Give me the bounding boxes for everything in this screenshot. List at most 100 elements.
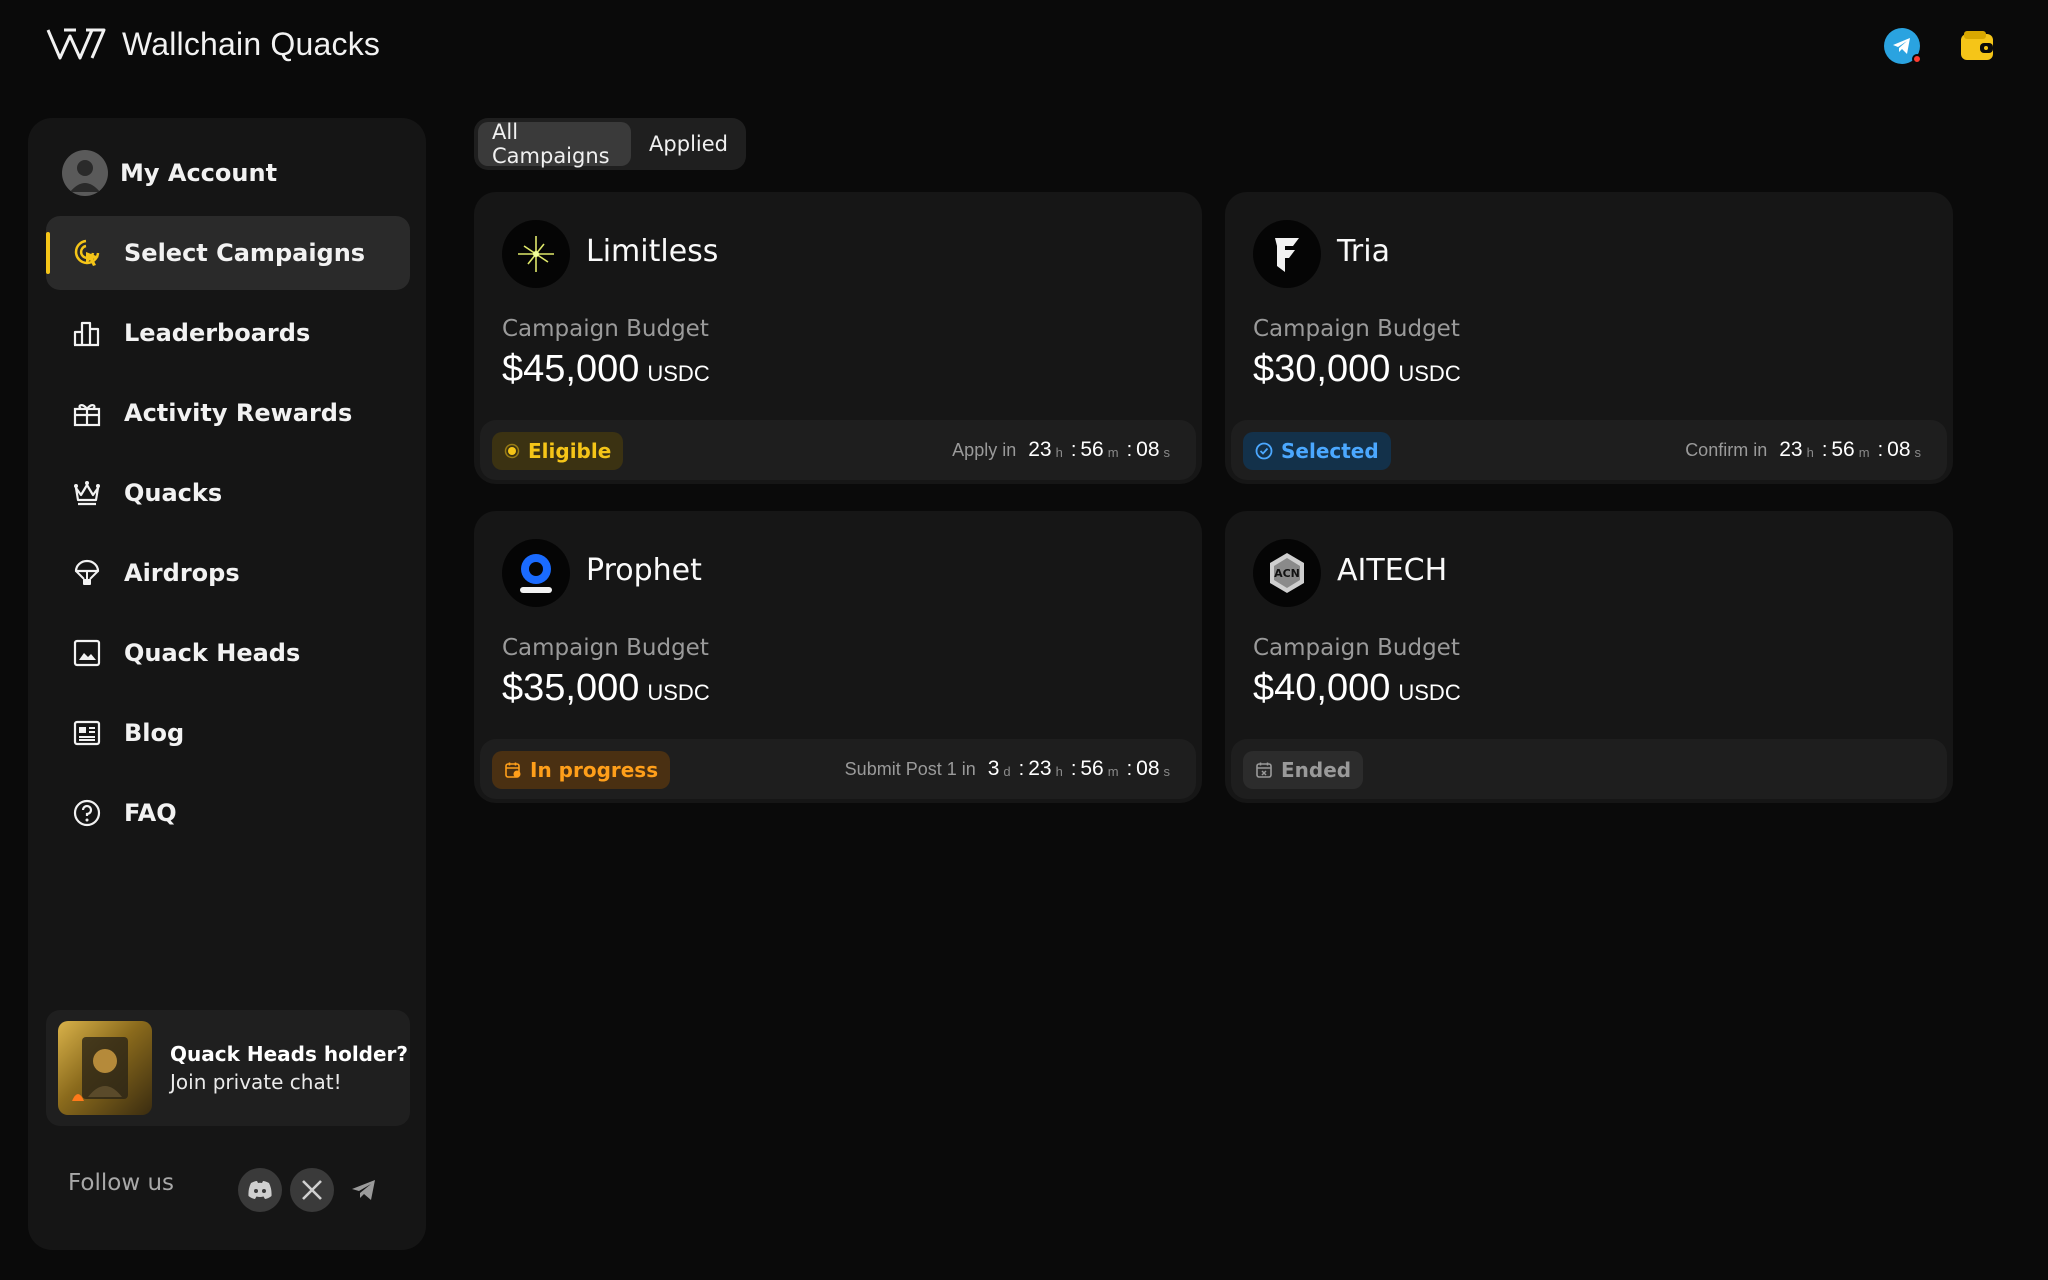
timer-seconds: 08 <box>1887 438 1911 461</box>
sidebar-item-airdrops[interactable]: Airdrops <box>46 536 410 610</box>
campaign-name: Limitless <box>586 234 719 269</box>
sidebar-item-activity-rewards[interactable]: Activity Rewards <box>46 376 410 450</box>
status-dot-icon <box>504 443 520 459</box>
wallet-icon[interactable] <box>1960 30 1994 62</box>
countdown-timer: Submit Post 1 in 3d : 23 h : 56 m : 08 s <box>845 739 1174 799</box>
promo-subtitle: Join private chat! <box>170 1070 342 1094</box>
timer-separator: : <box>1877 438 1884 461</box>
countdown-timer: Apply in 23 h : 56 m : 08 s <box>952 420 1174 480</box>
card-footer: Selected Confirm in 23 h : 56 m : 08 s <box>1231 420 1947 480</box>
sidebar-item-label: Airdrops <box>124 559 240 587</box>
card-footer: In progress Submit Post 1 in 3d : 23 h : … <box>480 739 1196 799</box>
unit-h: h <box>1055 764 1063 779</box>
timer-separator: : <box>1070 438 1077 461</box>
card-footer: Ended <box>1231 739 1947 799</box>
brand-name: Wallchain Quacks <box>122 25 381 62</box>
unit-s: s <box>1163 764 1171 779</box>
timer-separator: : <box>1126 757 1133 780</box>
calendar-clock-icon <box>505 762 521 778</box>
wallchain-logo-icon <box>46 28 106 60</box>
timer-seconds: 08 <box>1136 757 1160 780</box>
sidebar-item-quack-heads[interactable]: Quack Heads <box>46 616 410 690</box>
budget-unit: USDC <box>647 680 710 705</box>
tab-applied[interactable]: Applied <box>635 122 742 166</box>
campaign-card-tria[interactable]: Tria Campaign Budget $30,000 USDC Select… <box>1225 192 1953 484</box>
tab-all-campaigns[interactable]: All Campaigns <box>478 120 632 168</box>
status-badge: In progress <box>492 751 671 789</box>
discord-button[interactable] <box>238 1168 282 1212</box>
budget: $35,000 USDC <box>502 667 710 710</box>
status-badge: Ended <box>1243 751 1364 789</box>
sidebar-item-label: FAQ <box>124 799 177 827</box>
telegram-social-button[interactable] <box>342 1168 386 1212</box>
sidebar-item-select-campaigns[interactable]: Select Campaigns <box>46 216 410 290</box>
brand[interactable]: Wallchain Quacks <box>46 24 380 64</box>
tria-logo <box>1253 220 1321 288</box>
status-label: Eligible <box>528 439 612 463</box>
timer-separator: : <box>1070 757 1077 780</box>
aitech-logo-text: ACN <box>1274 567 1300 580</box>
gift-icon <box>70 396 104 430</box>
telegram-icon <box>352 1180 375 1200</box>
x-icon <box>302 1180 322 1200</box>
timer-hours: 23 <box>1779 438 1803 461</box>
campaign-card-aitech[interactable]: ACN AITECH Campaign Budget $40,000 USDC … <box>1225 511 1953 803</box>
sidebar-item-faq[interactable]: FAQ <box>46 776 410 850</box>
telegram-button[interactable] <box>1884 28 1922 64</box>
budget-unit: USDC <box>1398 361 1461 386</box>
campaign-name: Tria <box>1337 234 1390 269</box>
private-chat-promo[interactable]: Quack Heads holder? Join private chat! <box>46 1010 410 1126</box>
budget: $45,000 USDC <box>502 348 710 391</box>
cursor-click-icon <box>70 236 104 270</box>
aitech-logo-icon: ACN <box>1270 553 1304 593</box>
sidebar-item-label: Quacks <box>124 479 223 507</box>
telegram-icon <box>1893 38 1910 54</box>
sidebar-item-my-account[interactable]: My Account <box>46 136 410 210</box>
sidebar-item-quacks[interactable]: Quacks <box>46 456 410 530</box>
leaderboard-icon <box>70 316 104 350</box>
unit-m: m <box>1107 764 1119 779</box>
timer-label: Confirm in <box>1685 439 1768 460</box>
campaign-tabs: All Campaigns Applied <box>474 118 746 170</box>
sidebar-item-label: Activity Rewards <box>124 399 353 427</box>
sidebar-item-leaderboards[interactable]: Leaderboards <box>46 296 410 370</box>
status-label: In progress <box>530 758 659 782</box>
unit-d: d <box>1003 764 1011 779</box>
limitless-logo-icon <box>518 236 554 272</box>
budget-amount: $45,000 <box>502 348 640 390</box>
timer-separator: : <box>1126 438 1133 461</box>
unit-m: m <box>1858 445 1870 460</box>
budget-unit: USDC <box>1398 680 1461 705</box>
campaign-card-limitless[interactable]: Limitless Campaign Budget $45,000 USDC E… <box>474 192 1202 484</box>
crown-icon <box>70 476 104 510</box>
budget-label: Campaign Budget <box>1253 635 1460 661</box>
timer-separator: : <box>1018 757 1025 780</box>
avatar <box>62 150 108 196</box>
sidebar-item-label: Blog <box>124 719 185 747</box>
quack-head-image <box>58 1021 152 1115</box>
calendar-x-icon <box>1256 762 1272 778</box>
card-footer: Eligible Apply in 23 h : 56 m : 08 s <box>480 420 1196 480</box>
budget-label: Campaign Budget <box>502 316 709 342</box>
countdown-timer: Confirm in 23 h : 56 m : 08 s <box>1685 420 1925 480</box>
status-badge: Eligible <box>492 432 624 470</box>
sidebar-item-label: Leaderboards <box>124 319 311 347</box>
timer-hours: 23 <box>1028 757 1052 780</box>
newspaper-icon <box>70 716 104 750</box>
sidebar-item-blog[interactable]: Blog <box>46 696 410 770</box>
image-icon <box>70 636 104 670</box>
timer-minutes: 56 <box>1080 438 1104 461</box>
x-button[interactable] <box>290 1168 334 1212</box>
unit-m: m <box>1107 445 1119 460</box>
unit-h: h <box>1806 445 1814 460</box>
campaign-card-prophet[interactable]: Prophet Campaign Budget $35,000 USDC In … <box>474 511 1202 803</box>
status-label: Selected <box>1281 439 1379 463</box>
sidebar-item-label: Quack Heads <box>124 639 301 667</box>
unit-s: s <box>1163 445 1171 460</box>
unit-s: s <box>1914 445 1922 460</box>
status-label: Ended <box>1281 758 1352 782</box>
timer-label: Apply in <box>952 439 1017 460</box>
sidebar-item-label: Select Campaigns <box>124 239 366 267</box>
discord-icon <box>248 1181 272 1199</box>
check-circle-icon <box>1255 442 1273 460</box>
